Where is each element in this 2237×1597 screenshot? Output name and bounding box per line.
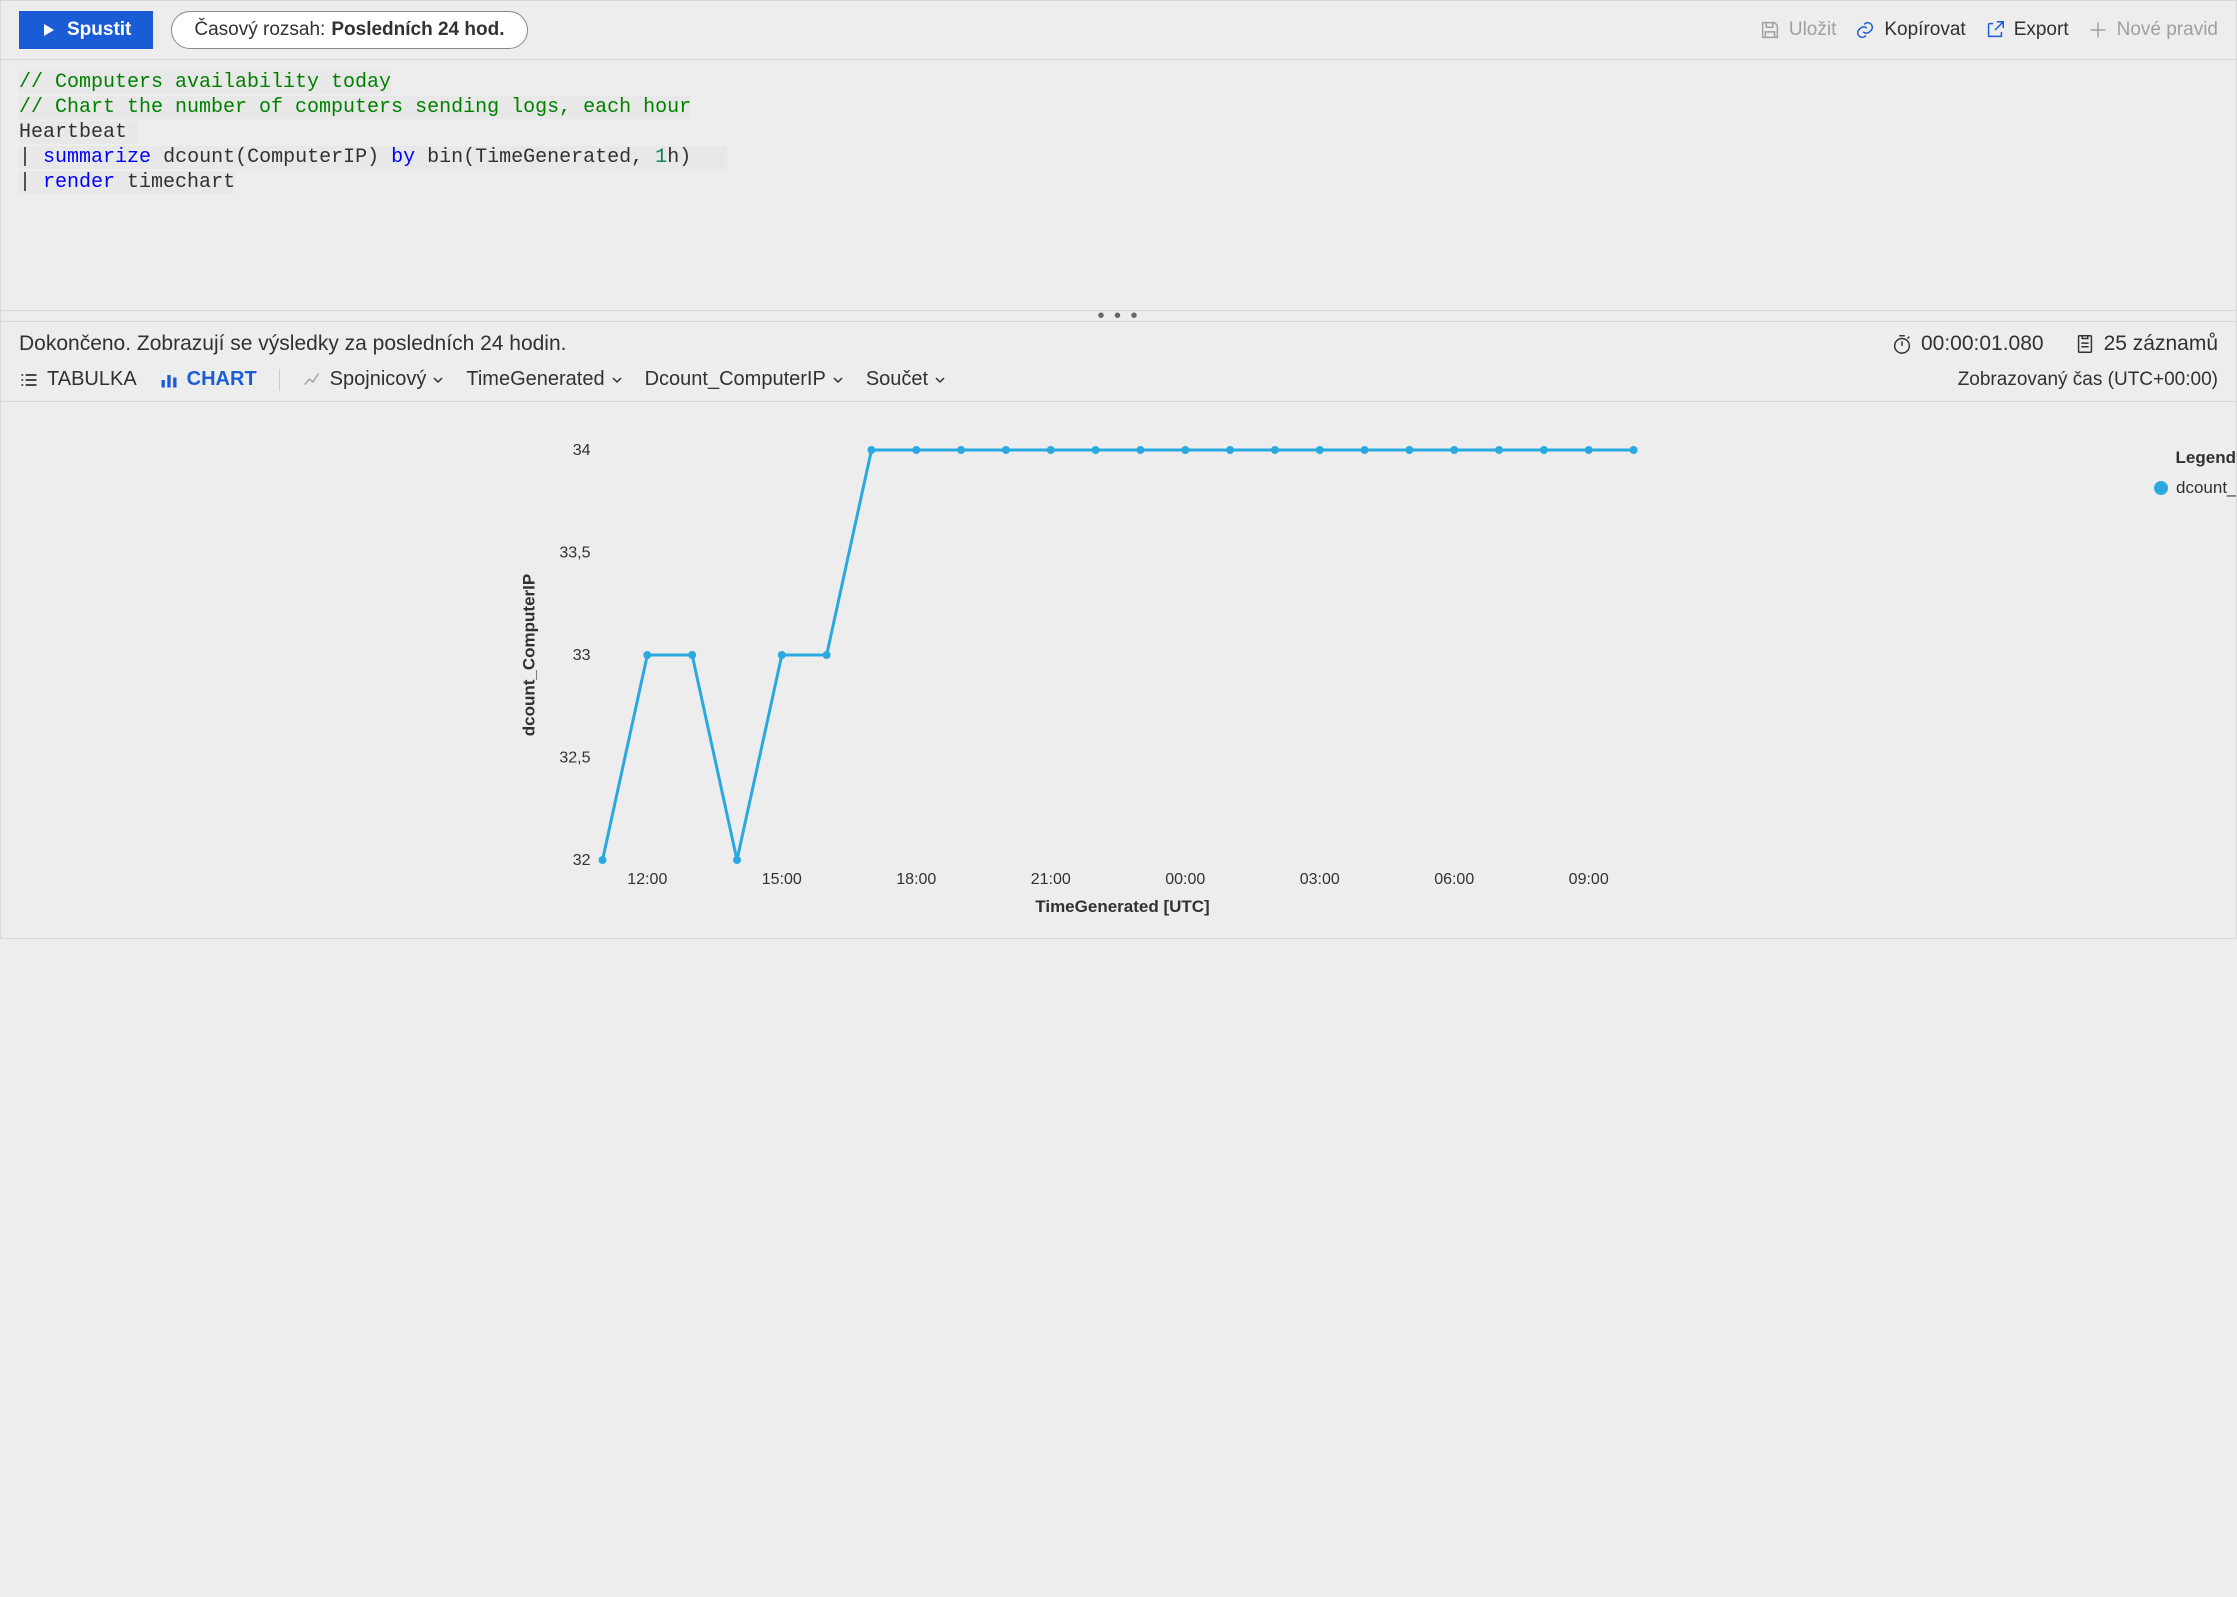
chart-icon bbox=[159, 370, 179, 390]
legend-series-label: dcount_Compu bbox=[2176, 478, 2236, 498]
svg-text:32,5: 32,5 bbox=[559, 750, 590, 767]
save-label: Uložit bbox=[1789, 19, 1837, 41]
plus-icon bbox=[2087, 19, 2109, 41]
line-chart-icon bbox=[302, 369, 324, 391]
chevron-down-icon bbox=[611, 374, 623, 386]
svg-text:dcount_ComputerIP: dcount_ComputerIP bbox=[520, 574, 539, 736]
chevron-down-icon bbox=[432, 374, 444, 386]
svg-text:32: 32 bbox=[573, 852, 591, 869]
agg-dropdown[interactable]: Součet bbox=[866, 368, 946, 391]
save-button: Uložit bbox=[1759, 19, 1837, 41]
copy-button[interactable]: Kopírovat bbox=[1854, 19, 1965, 41]
svg-text:09:00: 09:00 bbox=[1569, 871, 1609, 888]
divider bbox=[279, 369, 280, 391]
svg-text:21:00: 21:00 bbox=[1031, 871, 1071, 888]
chart-type-dropdown[interactable]: Spojnicový bbox=[302, 368, 445, 391]
link-icon bbox=[1854, 19, 1876, 41]
chart-legend: Legend dcount_Compu bbox=[2146, 420, 2236, 920]
legend-title: Legend bbox=[2154, 448, 2236, 468]
editor-table: Heartbeat bbox=[19, 121, 127, 144]
agg-value: Součet bbox=[866, 368, 928, 391]
records-value: 25 záznamů bbox=[2104, 332, 2218, 356]
status-bar: Dokončeno. Zobrazují se výsledky za posl… bbox=[1, 322, 2236, 364]
run-button[interactable]: Spustit bbox=[19, 11, 153, 49]
x-field-value: TimeGenerated bbox=[466, 368, 604, 391]
time-range-value: Posledních 24 hod. bbox=[331, 19, 504, 41]
stopwatch-icon bbox=[1891, 333, 1913, 355]
x-field-dropdown[interactable]: TimeGenerated bbox=[466, 368, 622, 391]
editor-line-1: // Computers availability today bbox=[19, 71, 391, 94]
time-range-picker[interactable]: Časový rozsah: Posledních 24 hod. bbox=[171, 11, 527, 49]
legend-color-dot bbox=[2154, 481, 2168, 495]
tab-table-label: TABULKA bbox=[47, 368, 137, 391]
tab-table[interactable]: TABULKA bbox=[19, 368, 137, 391]
export-button[interactable]: Export bbox=[1984, 19, 2069, 41]
time-range-label: Časový rozsah: bbox=[194, 19, 325, 41]
svg-text:06:00: 06:00 bbox=[1434, 871, 1474, 888]
y-field-value: Dcount_ComputerIP bbox=[645, 368, 826, 391]
export-label: Export bbox=[2014, 19, 2069, 41]
svg-text:18:00: 18:00 bbox=[896, 871, 936, 888]
tab-chart[interactable]: CHART bbox=[159, 368, 257, 391]
duration-stat: 00:00:01.080 bbox=[1891, 332, 2044, 356]
query-editor[interactable]: // Computers availability today // Chart… bbox=[1, 60, 2236, 310]
run-label: Spustit bbox=[67, 19, 131, 41]
chevron-down-icon bbox=[832, 374, 844, 386]
svg-text:12:00: 12:00 bbox=[627, 871, 667, 888]
view-bar: TABULKA CHART Spojnicový TimeGenerated D… bbox=[1, 364, 2236, 402]
export-icon bbox=[1984, 19, 2006, 41]
pane-splitter[interactable]: • • • bbox=[1, 310, 2236, 322]
new-rule-button: Nové pravid bbox=[2087, 19, 2218, 41]
editor-line-2: // Chart the number of computers sending… bbox=[19, 96, 691, 119]
table-icon bbox=[19, 370, 39, 390]
line-chart: 32 32,5 33 33,5 34 dcount_ComputerIP 12:00 15:0… bbox=[19, 420, 2146, 920]
records-stat: 25 záznamů bbox=[2074, 332, 2218, 356]
y-field-dropdown[interactable]: Dcount_ComputerIP bbox=[645, 368, 844, 391]
legend-item[interactable]: dcount_Compu bbox=[2154, 478, 2236, 498]
svg-text:33,5: 33,5 bbox=[559, 545, 590, 562]
tab-chart-label: CHART bbox=[187, 368, 257, 391]
svg-text:33: 33 bbox=[573, 647, 591, 664]
svg-text:TimeGenerated [UTC]: TimeGenerated [UTC] bbox=[1035, 897, 1209, 916]
svg-text:15:00: 15:00 bbox=[762, 871, 802, 888]
status-message: Dokončeno. Zobrazují se výsledky za posl… bbox=[19, 332, 567, 356]
svg-text:03:00: 03:00 bbox=[1300, 871, 1340, 888]
timezone-label[interactable]: Zobrazovaný čas (UTC+00:00) bbox=[1958, 369, 2218, 391]
records-icon bbox=[2074, 333, 2096, 355]
toolbar: Spustit Časový rozsah: Posledních 24 hod… bbox=[1, 1, 2236, 60]
chart-area: 32 32,5 33 33,5 34 dcount_ComputerIP 12:00 15:0… bbox=[1, 402, 2236, 938]
chevron-down-icon bbox=[934, 374, 946, 386]
svg-text:34: 34 bbox=[573, 442, 591, 459]
duration-value: 00:00:01.080 bbox=[1921, 332, 2044, 356]
chart-type-value: Spojnicový bbox=[330, 368, 427, 391]
play-icon bbox=[41, 22, 57, 38]
svg-text:00:00: 00:00 bbox=[1165, 871, 1205, 888]
new-rule-label: Nové pravid bbox=[2117, 19, 2218, 41]
save-icon bbox=[1759, 19, 1781, 41]
copy-label: Kopírovat bbox=[1884, 19, 1965, 41]
